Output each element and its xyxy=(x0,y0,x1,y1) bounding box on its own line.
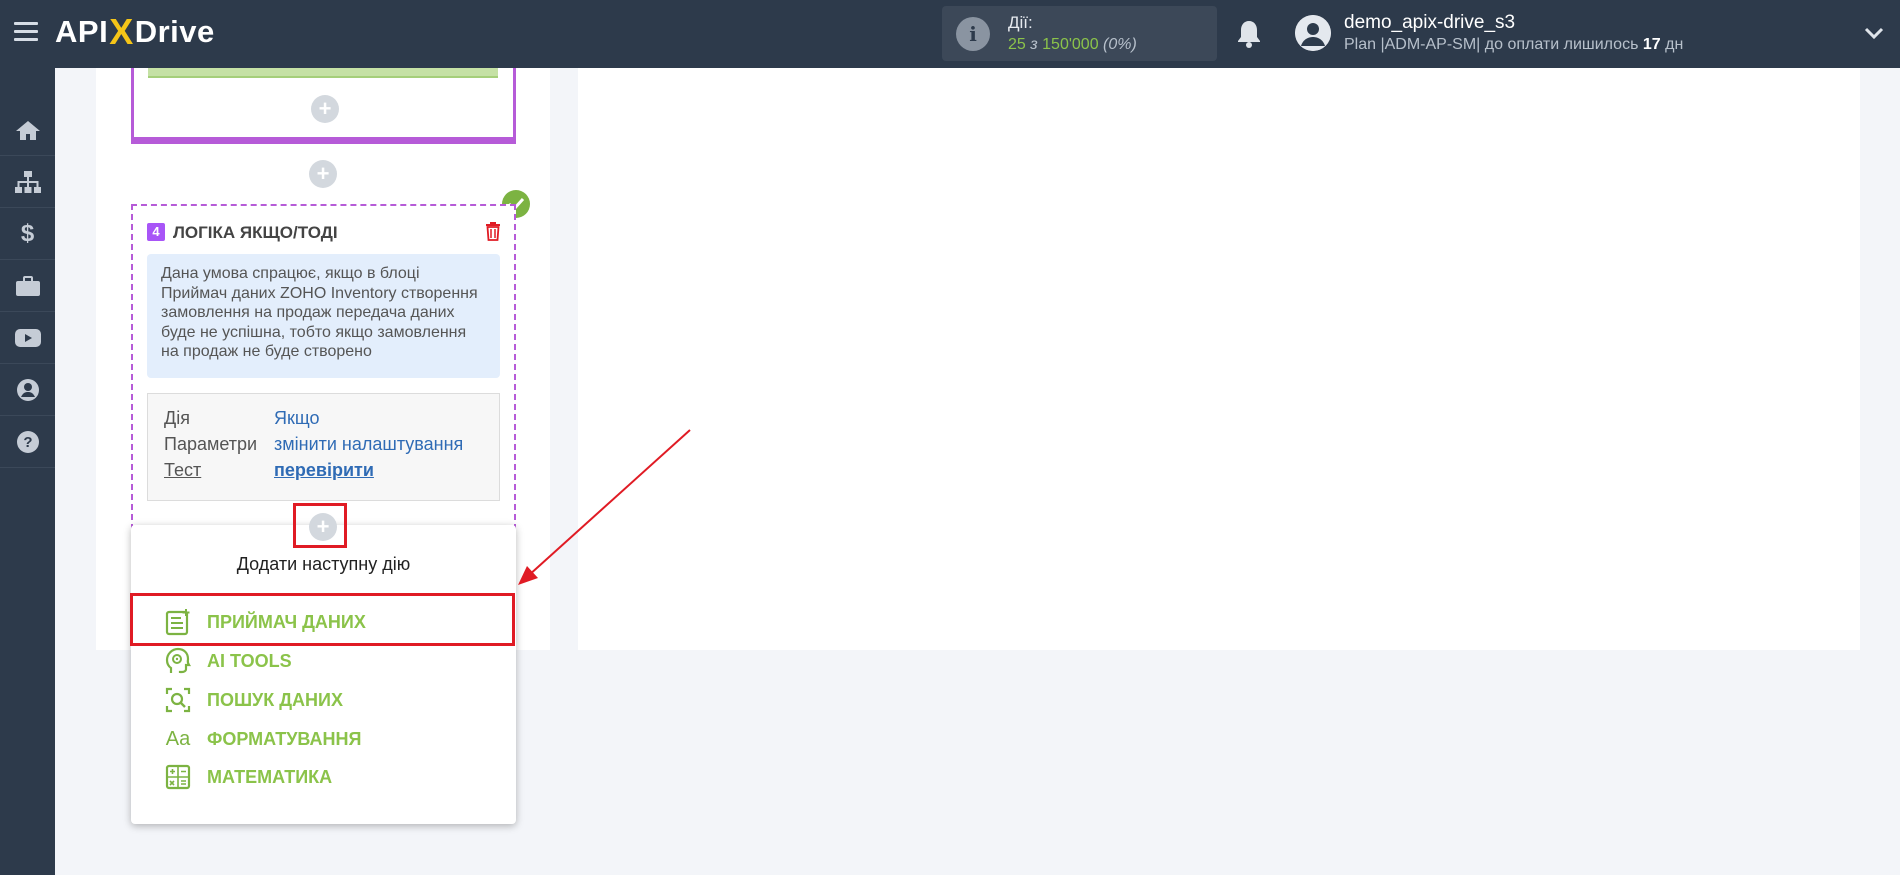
sidebar: $ ? xyxy=(0,68,55,875)
param-label: Дія xyxy=(164,408,190,428)
apixdrive-logo[interactable]: API X Drive xyxy=(55,11,215,52)
search-data-icon xyxy=(163,685,193,715)
svg-text:?: ? xyxy=(23,434,32,451)
actions-count: 25 з 150'000 (0%) xyxy=(1008,36,1137,53)
user-icon[interactable] xyxy=(0,364,55,416)
avatar[interactable] xyxy=(1295,15,1331,51)
content-panel xyxy=(578,68,1860,650)
help-icon[interactable]: ? xyxy=(0,416,55,468)
menu-title: Додати наступну дію xyxy=(236,554,411,574)
add-step-button[interactable]: + xyxy=(311,95,339,123)
menu-item-search-data[interactable]: ПОШУК ДАНИХ xyxy=(163,683,343,717)
format-text-icon: Aa xyxy=(165,727,191,750)
top-bar: API X Drive i Дії: 25 з 150'000 (0%) demo_… xyxy=(0,0,1900,68)
menu-item-formatting[interactable]: Aa ФОРМАТУВАННЯ xyxy=(163,722,362,756)
menu-icon[interactable] xyxy=(14,22,38,42)
menu-item-label: МАТЕМАТИКА xyxy=(207,766,333,787)
menu-item-ai-tools[interactable]: AI TOOLS xyxy=(163,644,292,678)
chevron-down-icon[interactable] xyxy=(1864,24,1884,42)
trash-icon[interactable] xyxy=(485,222,501,241)
user-name[interactable]: demo_apix-drive_s3 xyxy=(1344,12,1515,34)
actions-counter[interactable]: i Дії: 25 з 150'000 (0%) xyxy=(942,6,1217,61)
dollar-icon[interactable]: $ xyxy=(0,208,55,260)
youtube-icon[interactable] xyxy=(0,312,55,364)
ai-head-icon xyxy=(163,646,193,676)
highlight-box xyxy=(130,593,515,646)
menu-item-label: AI TOOLS xyxy=(207,650,292,671)
param-action-value[interactable]: Якщо xyxy=(274,408,320,429)
menu-item-label: ПОШУК ДАНИХ xyxy=(207,689,343,710)
previous-block-bar xyxy=(148,68,498,78)
home-icon[interactable] xyxy=(0,104,55,156)
add-step-button[interactable]: + xyxy=(309,160,337,188)
highlight-box xyxy=(293,503,347,548)
step-title: ЛОГІКА ЯКЩО/ТОДІ xyxy=(173,223,338,242)
edit-settings-link[interactable]: змінити налаштування xyxy=(274,434,463,455)
user-plan: Plan |ADM-AP-SM| до оплати лишилось 17 д… xyxy=(1344,36,1684,53)
bell-icon[interactable] xyxy=(1234,18,1264,50)
step-description: Дана умова спрацює, якщо в блоці Приймач… xyxy=(147,254,500,378)
add-action-menu: Додати наступну дію ПРИЙМАЧ ДАНИХ AI TOO… xyxy=(131,525,516,824)
sitemap-icon[interactable] xyxy=(0,156,55,208)
info-icon: i xyxy=(956,17,990,51)
actions-label: Дії: xyxy=(1008,13,1033,32)
calculator-icon xyxy=(163,762,193,792)
menu-item-label: ФОРМАТУВАННЯ xyxy=(207,728,362,749)
step-params: Дія Якщо Параметри змінити налаштування … xyxy=(147,393,500,501)
test-link[interactable]: перевірити xyxy=(274,460,374,481)
param-label: Параметри xyxy=(164,434,258,454)
logic-block: 4 ЛОГІКА ЯКЩО/ТОДІ Дана умова спрацює, я… xyxy=(131,204,516,550)
menu-item-math[interactable]: МАТЕМАТИКА xyxy=(163,760,332,794)
param-label: Тест xyxy=(164,460,202,480)
step-number: 4 xyxy=(147,223,165,241)
previous-block: + xyxy=(131,68,516,144)
briefcase-icon[interactable] xyxy=(0,260,55,312)
